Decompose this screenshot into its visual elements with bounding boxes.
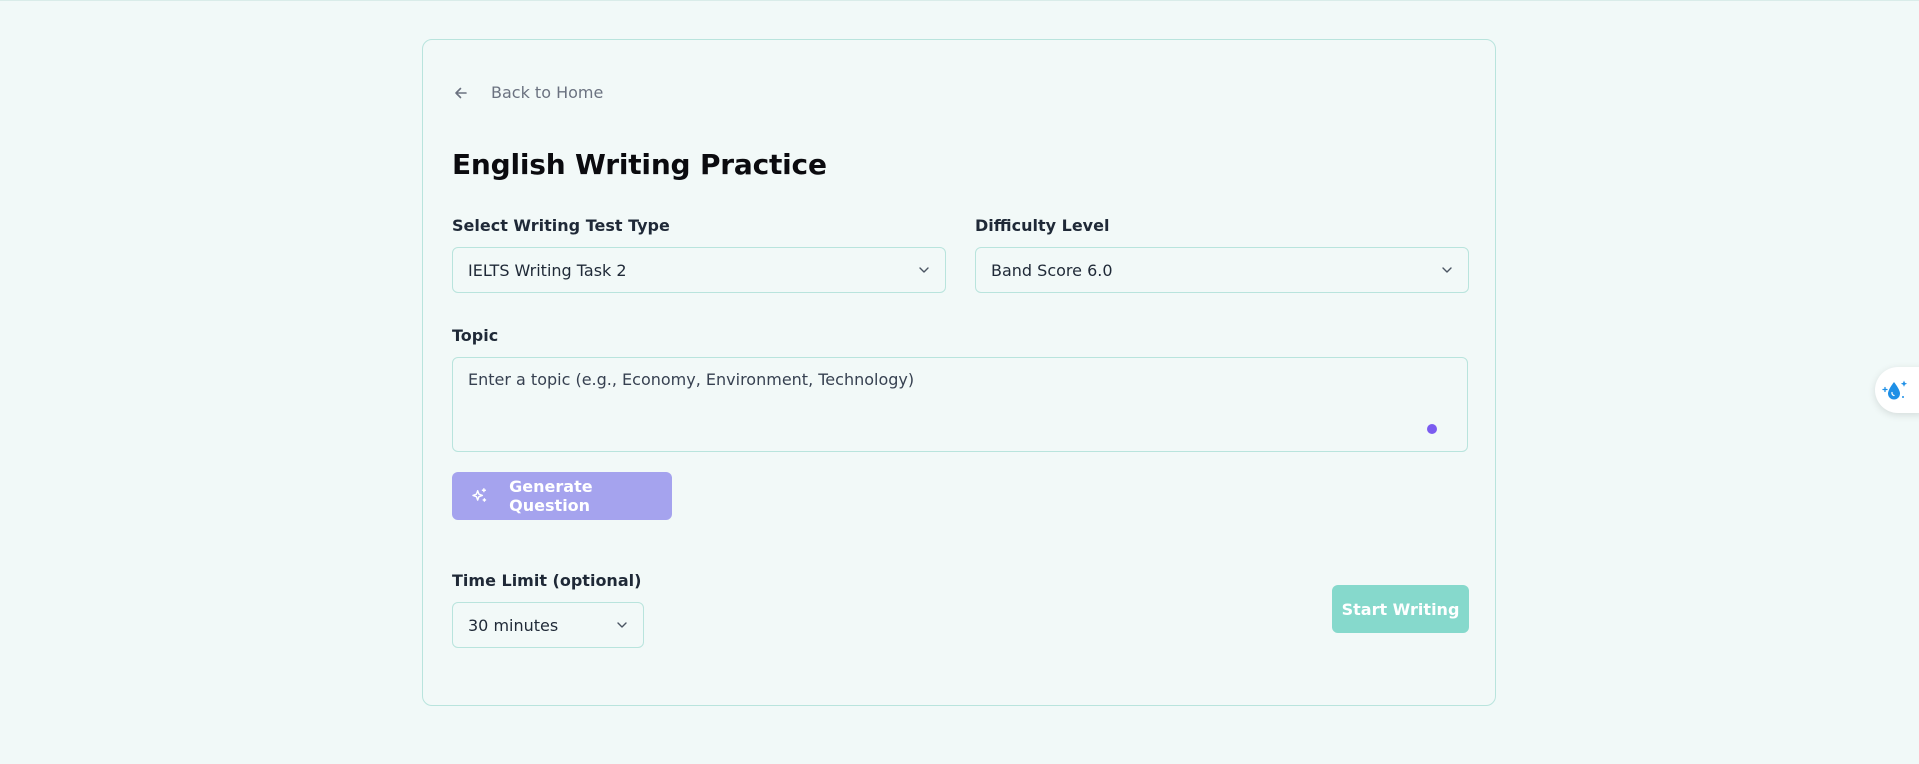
time-limit-label: Time Limit (optional) — [452, 571, 642, 590]
arrow-left-icon — [455, 87, 467, 98]
topic-input[interactable]: Enter a topic (e.g., Economy, Environmen… — [452, 357, 1468, 452]
generate-button-label: Generate Question — [509, 477, 593, 515]
time-limit-select[interactable]: 30 minutes — [452, 602, 644, 648]
difficulty-select[interactable]: Band Score 6.0 — [975, 247, 1469, 293]
assistant-dot-icon[interactable] — [1427, 424, 1437, 434]
chevron-down-icon — [617, 622, 627, 628]
difficulty-label: Difficulty Level — [975, 216, 1110, 235]
water-drop-sparkle-icon — [1882, 380, 1908, 400]
test-type-select[interactable]: IELTS Writing Task 2 — [452, 247, 946, 293]
sparkles-icon — [472, 488, 487, 502]
start-writing-button[interactable]: Start Writing — [1332, 585, 1469, 633]
test-type-label: Select Writing Test Type — [452, 216, 670, 235]
back-link-label: Back to Home — [491, 83, 604, 102]
time-limit-value: 30 minutes — [468, 615, 559, 635]
test-type-value: IELTS Writing Task 2 — [468, 260, 627, 280]
topic-label: Topic — [452, 326, 499, 345]
difficulty-value: Band Score 6.0 — [991, 260, 1113, 280]
page-title: English Writing Practice — [452, 148, 827, 181]
back-to-home-link[interactable]: Back to Home — [453, 83, 603, 102]
chevron-down-icon — [1442, 267, 1452, 273]
top-divider — [0, 0, 1919, 1]
topic-placeholder: Enter a topic (e.g., Economy, Environmen… — [468, 370, 915, 389]
start-button-label: Start Writing — [1341, 599, 1460, 619]
writing-practice-card: Back to Home English Writing Practice Se… — [422, 39, 1496, 706]
floating-assistant-widget[interactable] — [1875, 367, 1919, 413]
generate-question-button[interactable]: Generate Question — [452, 472, 672, 520]
chevron-down-icon — [919, 267, 929, 273]
